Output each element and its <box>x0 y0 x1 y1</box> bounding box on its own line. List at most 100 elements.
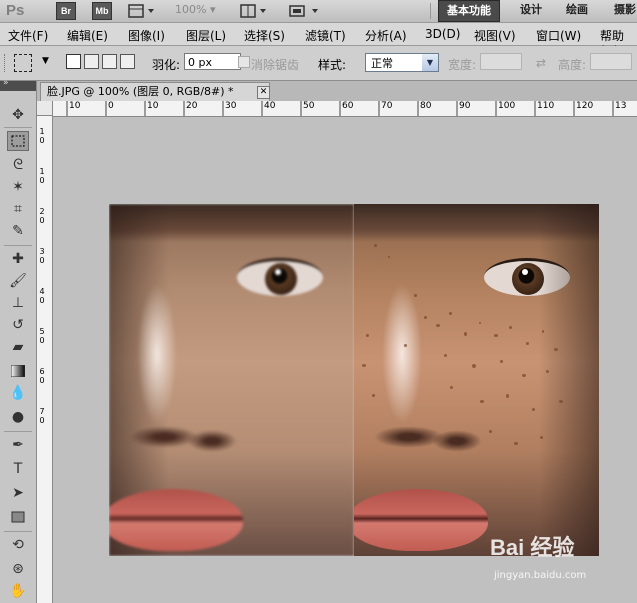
dodge-icon[interactable]: ● <box>7 407 29 427</box>
history-brush-icon[interactable]: ↺ <box>7 315 29 335</box>
workspace-painting[interactable]: 绘画 <box>566 0 588 20</box>
ruler-label: 40 <box>264 101 276 111</box>
document-tab[interactable]: 脸.JPG @ 100% (图层 0, RGB/8#) * ✕ <box>40 82 270 101</box>
face-smoothed <box>109 204 354 556</box>
eraser-icon[interactable]: ▰ <box>7 337 29 357</box>
lasso-icon[interactable]: ᘓ <box>7 155 29 175</box>
ruler-label: 0 <box>39 416 45 425</box>
width-input[interactable] <box>480 53 522 70</box>
zoom-level-select[interactable]: 100% ▾ <box>175 3 215 16</box>
antialias-label: 消除锯齿 <box>251 58 300 72</box>
ruler-label: 70 <box>381 101 393 111</box>
document-image[interactable] <box>109 204 599 556</box>
marquee-icon[interactable] <box>7 131 29 151</box>
3d-orbit-icon[interactable]: ⊛ <box>7 559 29 579</box>
baidu-jingyan-watermark: Bai 经验 jingyan.baidu.com <box>490 530 610 590</box>
feather-input[interactable]: 0 px <box>184 53 241 70</box>
ruler-horizontal[interactable]: 10 0 10 20 30 40 50 60 70 80 90 100 110 … <box>53 101 637 117</box>
ruler-vertical[interactable]: 1 0 1 0 2 0 3 0 4 0 5 0 6 0 7 0 <box>37 116 53 603</box>
height-input[interactable] <box>590 53 632 70</box>
menu-filter[interactable]: 滤镜(T) <box>305 27 346 44</box>
ruler-label: 1 <box>39 127 45 136</box>
intersect-selection-icon[interactable] <box>120 54 135 69</box>
grip <box>4 54 7 72</box>
path-selection-icon[interactable]: ➤ <box>7 483 29 503</box>
ruler-label: 0 <box>39 296 45 305</box>
healing-brush-icon[interactable]: ✚ <box>7 249 29 269</box>
magic-wand-icon[interactable]: ✶ <box>7 177 29 197</box>
menu-bar: 文件(F) 编辑(E) 图像(I) 图层(L) 选择(S) 滤镜(T) 分析(A… <box>0 23 637 58</box>
screen-mode-icon[interactable] <box>288 3 322 22</box>
ruler-label: 7 <box>39 407 45 416</box>
ruler-label: 0 <box>39 376 45 385</box>
ruler-label: 30 <box>225 101 237 111</box>
menu-analysis[interactable]: 分析(A) <box>365 27 407 44</box>
style-select[interactable]: 正常 ▼ <box>365 53 439 72</box>
ruler-origin[interactable] <box>37 101 53 116</box>
ruler-label: 13 <box>615 101 627 111</box>
face-original <box>354 204 599 556</box>
tool-preset-picker-icon[interactable] <box>14 54 32 72</box>
3d-rotate-icon[interactable]: ⟲ <box>7 535 29 555</box>
divider <box>430 3 431 19</box>
eyedropper-icon[interactable]: ✎ <box>7 221 29 241</box>
menu-layer[interactable]: 图层(L) <box>186 27 226 44</box>
type-icon[interactable]: T <box>7 459 29 479</box>
view-extras-icon[interactable] <box>128 3 158 22</box>
style-label: 样式: <box>318 58 347 72</box>
menu-file[interactable]: 文件(F) <box>8 27 48 44</box>
chevron-down-icon: ▼ <box>422 54 438 71</box>
ruler-label: 0 <box>39 336 45 345</box>
ruler-label: 0 <box>39 256 45 265</box>
mini-bridge-button[interactable]: Mb <box>92 2 112 20</box>
ruler-label: 0 <box>39 176 45 185</box>
menu-image[interactable]: 图像(I) <box>128 27 165 44</box>
ruler-label: 10 <box>147 101 159 111</box>
ruler-label: 20 <box>186 101 198 111</box>
pen-icon[interactable]: ✒ <box>7 435 29 455</box>
chevron-down-icon[interactable]: ▼ <box>42 56 49 66</box>
rectangle-icon[interactable] <box>7 507 29 527</box>
application-bar: Ps Br Mb 100% ▾ 基本功能 设计 绘画 摄影 <box>0 0 637 23</box>
move-icon[interactable]: ✥ <box>7 105 29 125</box>
add-to-selection-icon[interactable] <box>84 54 99 69</box>
workspace-design[interactable]: 设计 <box>520 0 542 20</box>
subtract-from-selection-icon[interactable] <box>102 54 117 69</box>
tool-separator <box>4 431 32 432</box>
workspace-photography[interactable]: 摄影 <box>614 0 636 20</box>
antialias-checkbox[interactable] <box>238 56 250 68</box>
menu-3d[interactable]: 3D(D) <box>425 27 460 41</box>
height-label: 高度: <box>558 58 587 72</box>
ruler-label: 80 <box>420 101 432 111</box>
clone-stamp-icon[interactable]: ⊥ <box>7 293 29 313</box>
ruler-label: 1 <box>39 167 45 176</box>
swap-dimensions-icon[interactable]: ⇄ <box>536 56 546 70</box>
tools-panel-header[interactable]: » <box>0 78 36 91</box>
workspace-essentials[interactable]: 基本功能 <box>438 0 500 22</box>
blur-icon[interactable]: 💧 <box>7 383 29 403</box>
ruler-label: 2 <box>39 207 45 216</box>
crop-icon[interactable]: ⌗ <box>7 199 29 219</box>
new-selection-icon[interactable] <box>66 54 81 69</box>
tool-separator <box>4 245 32 246</box>
menu-edit[interactable]: 编辑(E) <box>67 27 108 44</box>
menu-window[interactable]: 窗口(W) <box>536 27 581 44</box>
ruler-label: 5 <box>39 327 45 336</box>
feather-label: 羽化: <box>152 58 181 72</box>
brush-icon[interactable]: 🖌 <box>7 271 29 291</box>
menu-view[interactable]: 视图(V) <box>474 27 516 44</box>
gradient-icon[interactable] <box>7 361 29 381</box>
menu-select[interactable]: 选择(S) <box>244 27 285 44</box>
tool-separator <box>4 127 32 128</box>
width-label: 宽度: <box>448 58 477 72</box>
ruler-label: 0 <box>39 216 45 225</box>
hand-icon[interactable]: ✋ <box>7 581 29 601</box>
arrange-documents-icon[interactable] <box>240 3 270 22</box>
ruler-label: 110 <box>537 101 555 111</box>
ruler-label: 90 <box>459 101 471 111</box>
close-icon[interactable]: ✕ <box>257 86 270 99</box>
bridge-button[interactable]: Br <box>56 2 76 20</box>
ruler-label: 120 <box>576 101 594 111</box>
watermark-main: Bai 经验 <box>490 535 575 560</box>
tools-panel: » ✥ ᘓ ✶ ⌗ ✎ ✚ 🖌 ⊥ ↺ ▰ 💧 ● ✒ T ➤ ⟲ ⊛ ✋ <box>0 78 37 603</box>
